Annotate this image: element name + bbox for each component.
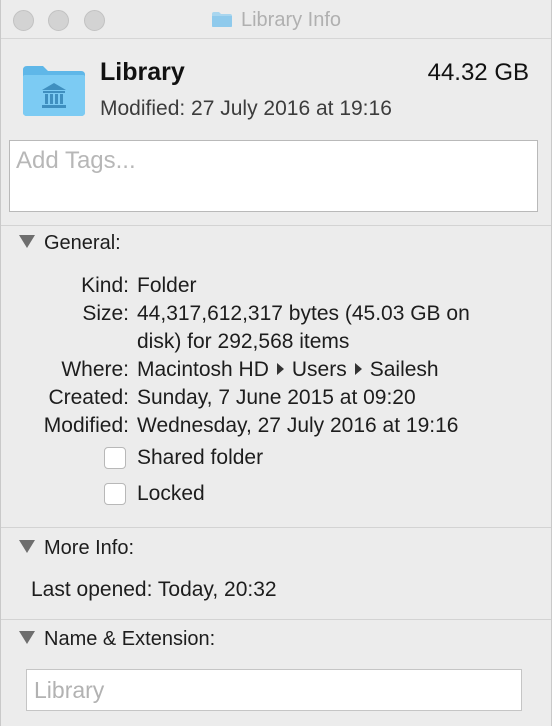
where-path: Macintosh HD Users Sailesh xyxy=(137,356,439,383)
info-header: Library 44.32 GB Modified: 27 July 2016 … xyxy=(1,39,551,129)
path-item[interactable]: Users xyxy=(292,358,347,381)
shared-folder-label[interactable]: Shared folder xyxy=(137,446,263,470)
last-opened: Last opened: Today, 20:32 xyxy=(31,578,277,601)
path-item[interactable]: Sailesh xyxy=(370,358,439,381)
modified-value: Wednesday, 27 July 2016 at 19:16 xyxy=(137,414,459,437)
created-label: Created: xyxy=(48,386,129,409)
window-title-wrap: Library Info xyxy=(1,8,551,32)
shared-folder-checkbox[interactable] xyxy=(104,447,126,469)
more-info-disclosure[interactable]: More Info: xyxy=(19,537,134,560)
created-value: Sunday, 7 June 2015 at 09:20 xyxy=(137,386,416,409)
general-heading: General: xyxy=(44,232,121,254)
folder-icon xyxy=(211,10,233,27)
more-info-heading: More Info: xyxy=(44,537,135,559)
library-folder-icon xyxy=(21,62,87,118)
where-label: Where: xyxy=(61,358,129,381)
path-item[interactable]: Macintosh HD xyxy=(137,358,269,381)
disclosure-triangle-icon[interactable] xyxy=(19,631,35,644)
name-extension-disclosure[interactable]: Name & Extension: xyxy=(19,628,215,651)
size-value-line1: 44,317,612,317 bytes (45.03 GB on xyxy=(137,302,470,325)
path-separator-icon xyxy=(354,363,362,375)
size-label: Size: xyxy=(82,302,129,325)
modified-label: Modified: xyxy=(43,414,129,437)
divider xyxy=(1,225,551,226)
tags-input[interactable]: Add Tags... xyxy=(9,140,538,212)
window-title: Library Info xyxy=(240,9,342,31)
item-name: Library xyxy=(100,58,185,86)
item-modified: Modified: 27 July 2016 at 19:16 xyxy=(100,97,392,120)
general-disclosure[interactable]: General: xyxy=(19,232,121,255)
info-window: Library Info Library 44.32 GB Modified: … xyxy=(0,0,552,726)
kind-label: Kind: xyxy=(81,274,129,297)
divider xyxy=(1,527,551,528)
disclosure-triangle-icon[interactable] xyxy=(19,235,35,248)
path-separator-icon xyxy=(276,363,284,375)
disclosure-triangle-icon[interactable] xyxy=(19,540,35,553)
locked-checkbox[interactable] xyxy=(104,483,126,505)
title-bar[interactable]: Library Info xyxy=(1,0,551,39)
divider xyxy=(1,619,551,620)
kind-value: Folder xyxy=(137,274,197,297)
name-input[interactable]: Library xyxy=(26,669,522,711)
locked-label[interactable]: Locked xyxy=(137,482,205,506)
size-value-line2: disk) for 292,568 items xyxy=(137,330,350,353)
item-size: 44.32 GB xyxy=(427,59,529,86)
name-extension-heading: Name & Extension: xyxy=(44,628,216,650)
